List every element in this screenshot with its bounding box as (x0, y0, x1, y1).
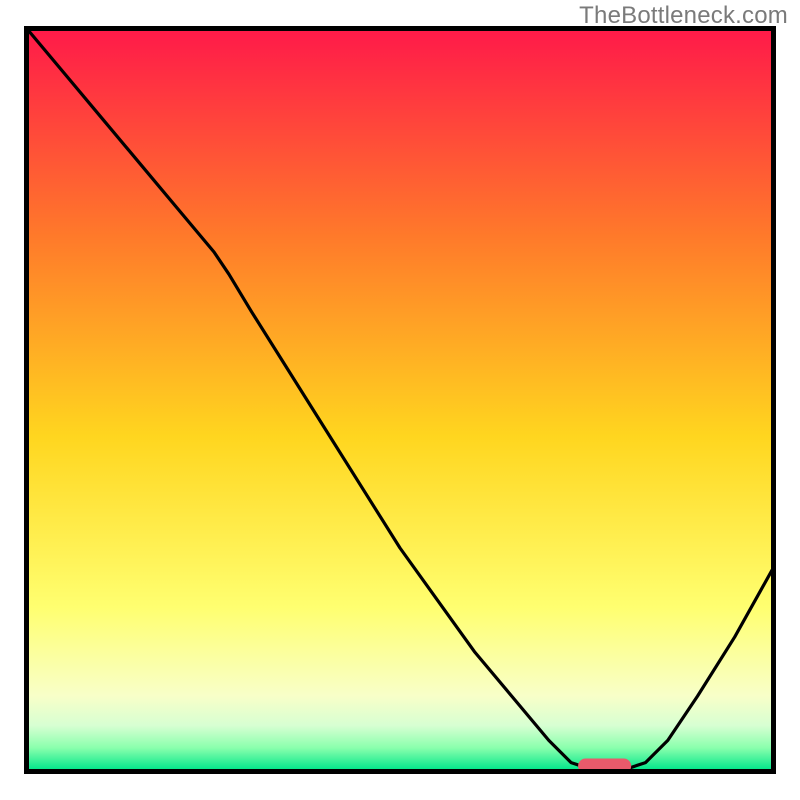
gradient-background (28, 30, 772, 770)
chart-container: TheBottleneck.com (0, 0, 800, 800)
bottleneck-chart (24, 26, 776, 774)
